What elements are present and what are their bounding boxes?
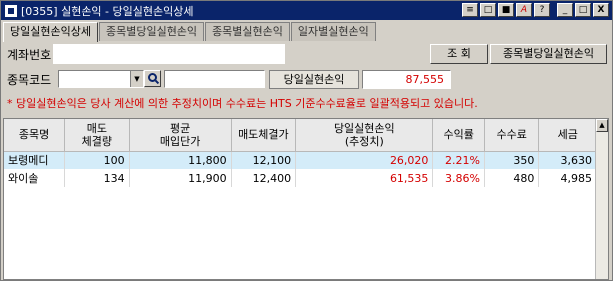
col-sell-qty[interactable]: 매도 체결량 [64,119,130,152]
menu-icon[interactable]: ≡ [462,3,478,17]
cell-sell-qty: 100 [64,151,130,169]
col-stock-name[interactable]: 종목명 [4,119,66,152]
tab-realized-by-date[interactable]: 일자별실현손익 [290,22,376,41]
realized-profit-grid: 종목명 매도 체결량 평균 매입단가 매도체결가 당일실현손익 (추정치) 수익률 수… [3,118,609,280]
query-button[interactable]: 조 회 [430,44,488,64]
cell-stock-name: 와이솔 [4,169,66,187]
window-icon [5,4,17,17]
col-commission[interactable]: 수수료 [484,119,540,152]
cell-return-rate: 3.86% [432,169,485,187]
maximize-button[interactable]: □ [575,3,591,17]
title-bar: [0355] 실현손익 - 당일실현손익상세 ≡ □ ■ A ? _ □ X [1,1,612,20]
cell-daily-profit: 26,020 [295,151,434,169]
cell-tax: 3,630 [538,151,597,169]
minimize-button[interactable]: _ [557,3,573,17]
cell-sell-price: 12,100 [231,151,297,169]
col-tax[interactable]: 세금 [538,119,597,152]
window-title: [0355] 실현손익 - 당일실현손익상세 [21,4,194,18]
account-number-field[interactable] [53,44,285,64]
tab-daily-realized-by-stock[interactable]: 종목별당일실현손익 [98,22,205,41]
cell-daily-profit: 61,535 [295,169,434,187]
help-icon[interactable]: ? [534,3,550,17]
cell-avg-buy-price: 11,800 [129,151,232,169]
tab-realized-by-stock[interactable]: 종목별실현손익 [205,22,290,41]
by-stock-daily-button[interactable]: 종목별당일실현손익 [490,44,607,64]
search-button[interactable] [144,70,161,87]
chevron-down-icon[interactable]: ▼ [130,71,143,87]
daily-profit-value: 87,555 [362,70,451,89]
estimate-notice: * 당일실현손익은 당사 계산에 의한 추정치이며 수수료는 HTS 기준수수료… [7,97,478,110]
stock-code-label: 종목코드 [7,73,52,87]
account-label: 계좌번호 [7,48,52,62]
col-avg-buy-price[interactable]: 평균 매입단가 [129,119,232,152]
cell-tax: 4,985 [538,169,597,187]
title-bar-buttons: ≡ □ ■ A ? _ □ X [462,3,609,17]
cell-avg-buy-price: 11,900 [129,169,232,187]
table-row[interactable]: 보령메디 100 11,800 12,100 26,020 2.21% 350 … [4,151,597,169]
table-row[interactable]: 와이솔 134 11,900 12,400 61,535 3.86% 480 4… [4,169,597,187]
link-icon[interactable]: ■ [498,3,514,17]
font-icon[interactable]: A [516,3,532,17]
cell-commission: 480 [484,169,540,187]
stock-name-field[interactable] [164,70,265,88]
window-copy-icon[interactable]: □ [480,3,496,17]
scroll-up-icon[interactable]: ▲ [596,119,608,132]
daily-profit-label: 당일실현손익 [269,70,359,89]
cell-sell-price: 12,400 [231,169,297,187]
cell-commission: 350 [484,151,540,169]
tab-strip: 당일실현손익상세 종목별당일실현손익 종목별실현손익 일자별실현손익 [3,22,377,42]
close-button[interactable]: X [593,3,609,17]
col-return-rate[interactable]: 수익률 [432,119,485,152]
vertical-scrollbar[interactable]: ▲ [595,119,608,279]
tab-daily-realized-detail[interactable]: 당일실현손익상세 [3,22,98,42]
col-sell-price[interactable]: 매도체결가 [231,119,297,152]
stock-code-combo[interactable]: ▼ [58,70,144,88]
cell-sell-qty: 134 [64,169,130,187]
table-header-row: 종목명 매도 체결량 평균 매입단가 매도체결가 당일실현손익 (추정치) 수익률 수… [4,119,597,152]
cell-return-rate: 2.21% [432,151,485,169]
cell-stock-name: 보령메디 [4,151,66,169]
col-daily-profit[interactable]: 당일실현손익 (추정치) [295,119,434,152]
app-window: [0355] 실현손익 - 당일실현손익상세 ≡ □ ■ A ? _ □ X 당… [0,0,613,281]
